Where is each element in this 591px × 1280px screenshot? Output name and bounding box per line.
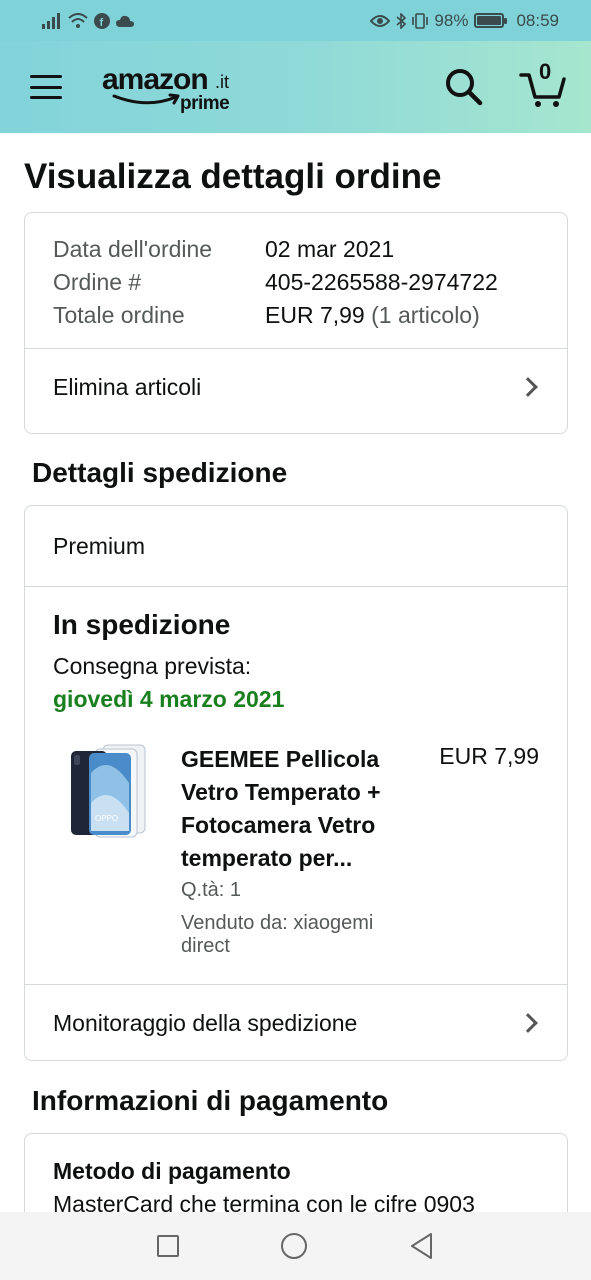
phone-screen-protector-image: OPPO [71, 744, 146, 838]
item-price: EUR 7,99 [439, 743, 539, 769]
order-item[interactable]: OPPO GEEMEE Pellicola Vetro Temperato + … [53, 743, 539, 958]
shipment-details: In spedizione Consegna prevista: giovedì… [25, 587, 567, 958]
item-quantity: Q.tà: 1 [181, 879, 242, 901]
svg-text:OPPO: OPPO [95, 814, 118, 823]
home-icon[interactable] [280, 1233, 307, 1259]
chevron-right-icon [518, 377, 538, 397]
cloud-icon [116, 15, 134, 27]
hamburger-menu-icon[interactable] [30, 75, 62, 99]
order-number-label: Ordine # [53, 269, 142, 295]
order-number-value: 405-2265588-2974722 [265, 269, 498, 295]
order-date-value: 02 mar 2021 [265, 236, 395, 262]
battery-icon [474, 13, 508, 28]
remove-items-row[interactable]: Elimina articoli [25, 349, 567, 425]
item-name[interactable]: GEEMEE Pellicola Vetro Temperato + Fotoc… [181, 743, 421, 875]
eye-icon [370, 14, 391, 27]
app-header: amazon .it prime 0 [0, 41, 591, 133]
status-bar: f 98% 08:59 [0, 0, 591, 41]
payment-method: Metodo di pagamento MasterCard che termi… [25, 1134, 567, 1218]
tracking-row[interactable]: Monitoraggio della spedizione [25, 985, 567, 1061]
chevron-right-icon [518, 1013, 538, 1033]
battery-percent: 98% [434, 10, 469, 30]
logo-tld: .it [215, 72, 230, 92]
status-left-icons: f [42, 12, 134, 29]
facebook-icon: f [94, 12, 110, 29]
remove-items-label: Elimina articoli [53, 373, 202, 400]
page-title: Visualizza dettagli ordine [24, 157, 442, 196]
amazon-prime-logo[interactable]: amazon .it prime [102, 59, 242, 115]
order-summary-card: Data dell'ordine 02 mar 2021 Ordine # 40… [24, 212, 568, 434]
order-item-count: (1 articolo) [371, 302, 480, 328]
cart-button[interactable]: 0 [519, 59, 567, 109]
shipping-card: Premium In spedizione Consegna prevista:… [24, 505, 568, 1061]
item-seller: Venduto da: xiaogemi direct [181, 912, 374, 957]
back-icon[interactable] [409, 1232, 435, 1260]
vibrate-icon [412, 12, 429, 29]
product-image[interactable]: OPPO [69, 743, 159, 843]
order-date-label: Data dell'ordine [53, 236, 213, 262]
order-summary-grid: Data dell'ordine 02 mar 2021 Ordine # 40… [25, 213, 567, 348]
cart-count: 0 [539, 59, 552, 84]
wifi-icon [68, 12, 88, 28]
expected-delivery-label: Consegna prevista: [53, 653, 252, 679]
item-info: GEEMEE Pellicola Vetro Temperato + Fotoc… [181, 743, 421, 958]
status-right-icons: 98% 08:59 [370, 11, 559, 31]
header-actions: 0 [445, 59, 567, 109]
smile-arrow-icon [112, 93, 180, 105]
expected-delivery-date: giovedì 4 marzo 2021 [53, 686, 285, 712]
shipping-type: Premium [53, 532, 146, 559]
order-total-value: EUR 7,99 [265, 302, 365, 328]
svg-text:f: f [100, 17, 104, 29]
shipping-section-title: Dettagli spedizione [32, 457, 288, 488]
payment-section-title: Informazioni di pagamento [32, 1085, 389, 1116]
bluetooth-icon [396, 12, 407, 29]
logo-wordmark: amazon [102, 63, 209, 96]
payment-method-label: Metodo di pagamento [53, 1158, 291, 1184]
recent-apps-icon[interactable] [156, 1235, 179, 1257]
clock: 08:59 [516, 10, 559, 30]
shipment-status: In spedizione [53, 609, 231, 640]
order-total: EUR 7,99 (1 articolo) [265, 301, 539, 330]
system-navigation-bar [0, 1212, 591, 1280]
logo-prime: prime [180, 93, 230, 114]
tracking-label: Monitoraggio della spedizione [53, 1009, 358, 1036]
search-icon[interactable] [445, 68, 483, 106]
signal-icon [42, 12, 60, 29]
order-total-label: Totale ordine [53, 302, 185, 328]
